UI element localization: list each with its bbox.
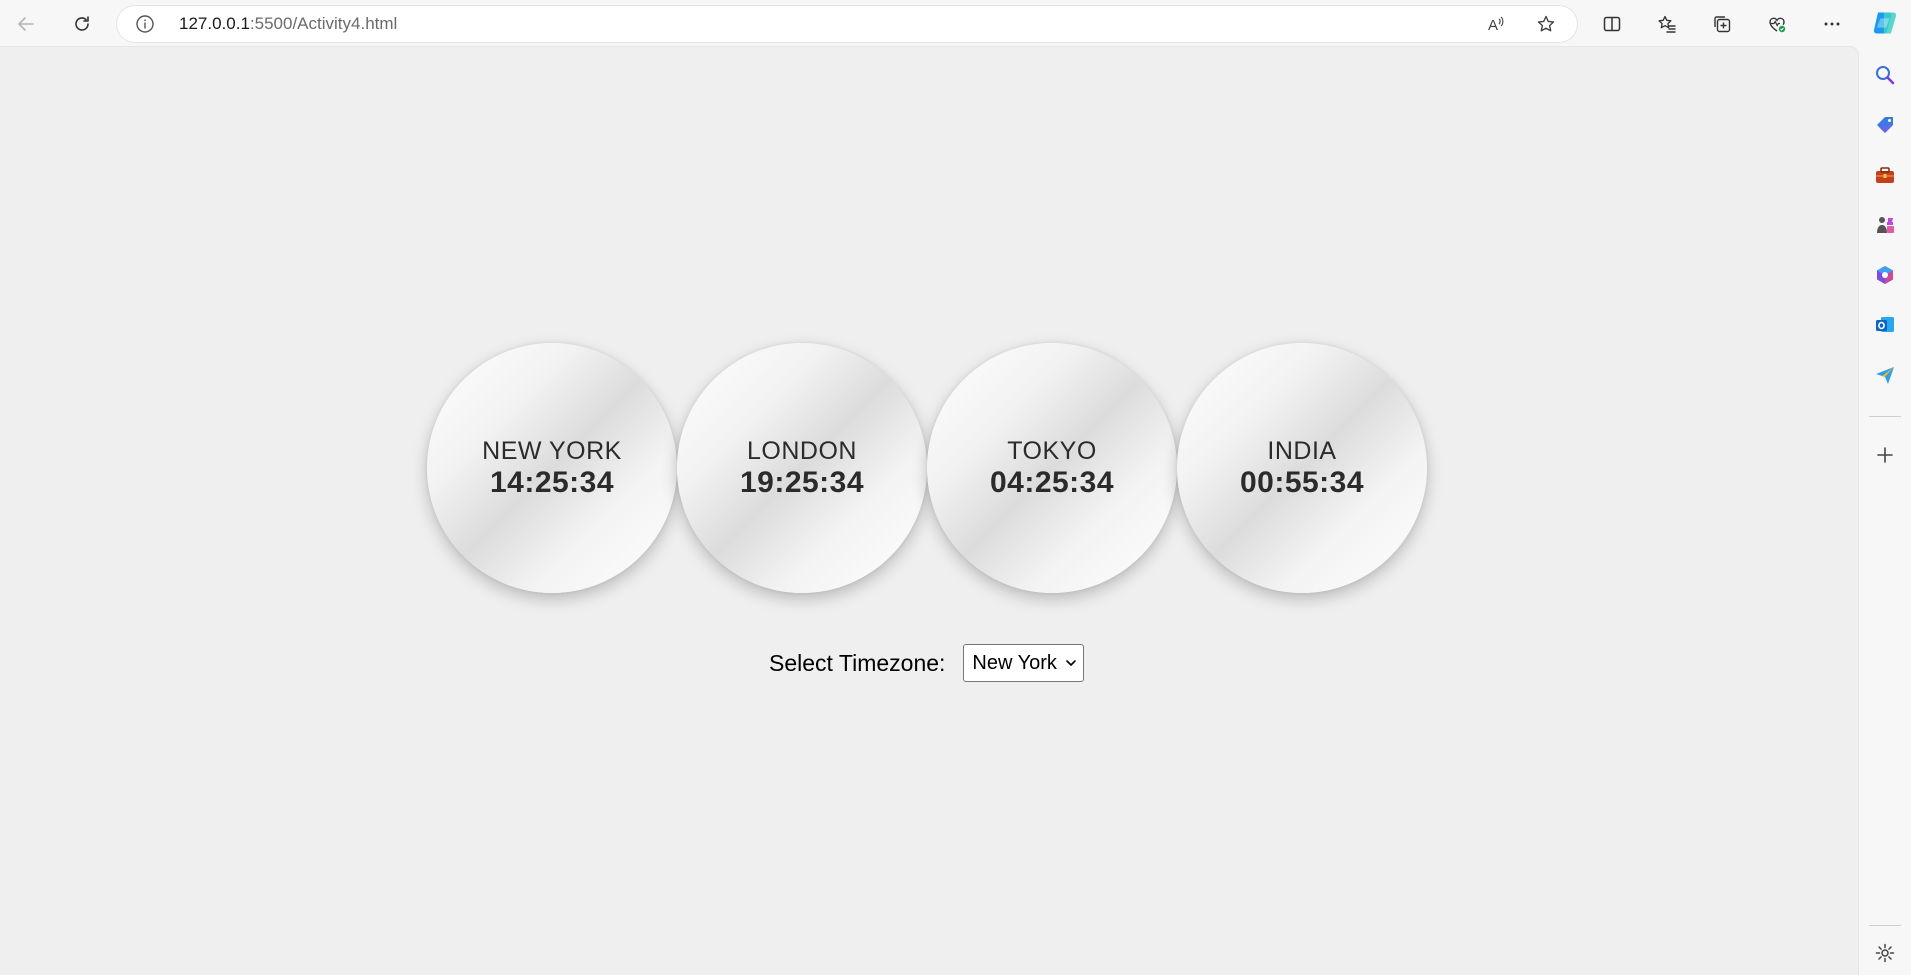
chevron-down-icon xyxy=(1065,657,1077,669)
sidebar-add-button[interactable] xyxy=(1869,439,1901,471)
office-icon xyxy=(1877,266,1893,284)
timezone-selector-row: Select Timezone: New York xyxy=(769,644,1084,682)
games-icon xyxy=(1877,217,1894,233)
clock-india: INDIA 00:55:34 xyxy=(1177,343,1427,593)
sidebar-settings-button[interactable] xyxy=(1869,937,1901,969)
sidebar-divider-bottom xyxy=(1869,925,1901,926)
sidebar-office-button[interactable] xyxy=(1869,259,1901,291)
clock-city-label: NEW YORK xyxy=(482,437,622,465)
split-screen-icon xyxy=(1603,16,1621,32)
clock-new-york: NEW YORK 14:25:34 xyxy=(427,343,677,593)
page-viewport: NEW YORK 14:25:34 LONDON 19:25:34 TOKYO … xyxy=(0,47,1858,975)
clock-time: 04:25:34 xyxy=(989,466,1115,499)
more-options-button[interactable] xyxy=(1816,8,1848,40)
sidebar-search-button[interactable] xyxy=(1869,59,1901,91)
clock-time: 14:25:34 xyxy=(489,466,615,499)
timezone-selected-value: New York xyxy=(972,651,1057,674)
tools-icon xyxy=(1876,167,1894,183)
world-clocks: NEW YORK 14:25:34 LONDON 19:25:34 TOKYO … xyxy=(427,343,1427,593)
browser-essentials-button[interactable] xyxy=(1761,8,1793,40)
sidebar-send-button[interactable] xyxy=(1869,359,1901,391)
read-aloud-icon[interactable]: A xyxy=(1483,12,1509,36)
sidebar-tools-button[interactable] xyxy=(1869,159,1901,191)
shopping-tag-icon xyxy=(1877,117,1893,133)
settings-icon xyxy=(1875,943,1895,963)
clock-city-label: INDIA xyxy=(1267,437,1337,465)
sidebar-shopping-button[interactable] xyxy=(1869,109,1901,141)
svg-text:A: A xyxy=(1488,17,1498,34)
refresh-icon xyxy=(75,16,89,31)
favorite-star-icon[interactable] xyxy=(1533,12,1559,36)
clock-city-label: LONDON xyxy=(747,437,857,465)
collections-button[interactable] xyxy=(1706,8,1738,40)
timezone-select[interactable]: New York xyxy=(963,644,1084,682)
heart-pulse-icon xyxy=(1769,17,1786,33)
collections-icon xyxy=(1714,16,1731,33)
clock-time: 00:55:34 xyxy=(1239,466,1365,499)
url-text[interactable]: 127.0.0.1:5500/Activity4.html xyxy=(179,15,397,33)
clock-time: 19:25:34 xyxy=(739,466,865,499)
copilot-button[interactable] xyxy=(1869,7,1901,39)
clock-london: LONDON 19:25:34 xyxy=(677,343,927,593)
browser-toolbar: 127.0.0.1:5500/Activity4.html A xyxy=(0,0,1860,47)
url-host: 127.0.0.1 xyxy=(179,14,250,33)
send-icon xyxy=(1876,367,1894,384)
search-icon xyxy=(1876,66,1895,85)
back-button[interactable] xyxy=(10,8,42,40)
edge-sidebar xyxy=(1859,0,1911,975)
sidebar-outlook-button[interactable] xyxy=(1869,309,1901,341)
clock-city-label: TOKYO xyxy=(1007,437,1097,465)
timezone-label: Select Timezone: xyxy=(769,649,946,676)
split-screen-button[interactable] xyxy=(1596,8,1628,40)
copilot-icon xyxy=(1873,12,1897,34)
refresh-button[interactable] xyxy=(66,8,98,40)
url-path: :5500/Activity4.html xyxy=(249,14,398,33)
outlook-icon xyxy=(1876,317,1894,332)
favorites-list-icon xyxy=(1658,15,1676,33)
site-info-icon[interactable] xyxy=(135,14,155,34)
sidebar-games-button[interactable] xyxy=(1869,209,1901,241)
more-dots-icon xyxy=(1824,22,1840,26)
favorites-button[interactable] xyxy=(1651,8,1683,40)
clock-tokyo: TOKYO 04:25:34 xyxy=(927,343,1177,593)
back-arrow-icon xyxy=(18,17,34,31)
address-bar[interactable]: 127.0.0.1:5500/Activity4.html A xyxy=(117,6,1577,42)
add-icon xyxy=(1877,447,1893,463)
sidebar-divider xyxy=(1869,416,1901,417)
